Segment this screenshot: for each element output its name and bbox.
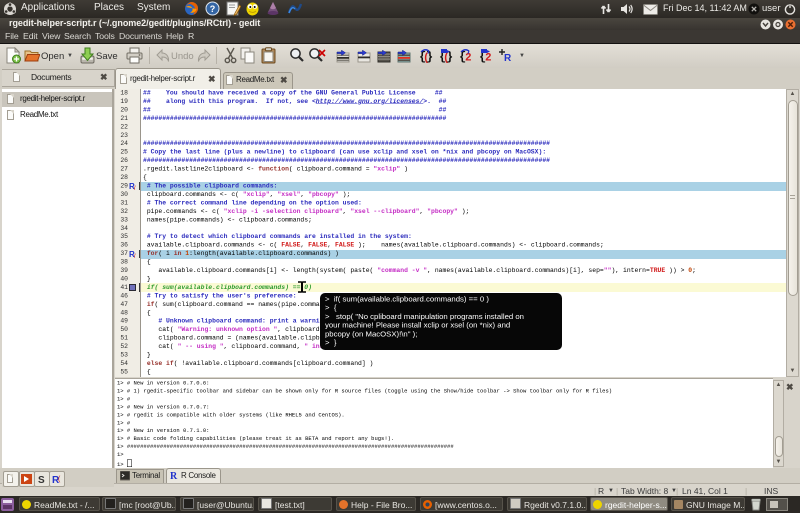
svg-text:?: ? [210,4,216,14]
svg-text:(: ( [58,476,61,483]
svg-text:2: 2 [465,53,472,64]
svg-text:R: R [170,471,178,481]
svg-text:2: 2 [485,53,492,64]
svg-text:(: ( [443,53,450,64]
svg-text:(: ( [423,53,430,64]
svg-text:(: ( [134,186,136,190]
svg-text:R: R [504,53,512,63]
svg-text:S: S [38,475,45,485]
svg-text:(: ( [134,254,136,258]
